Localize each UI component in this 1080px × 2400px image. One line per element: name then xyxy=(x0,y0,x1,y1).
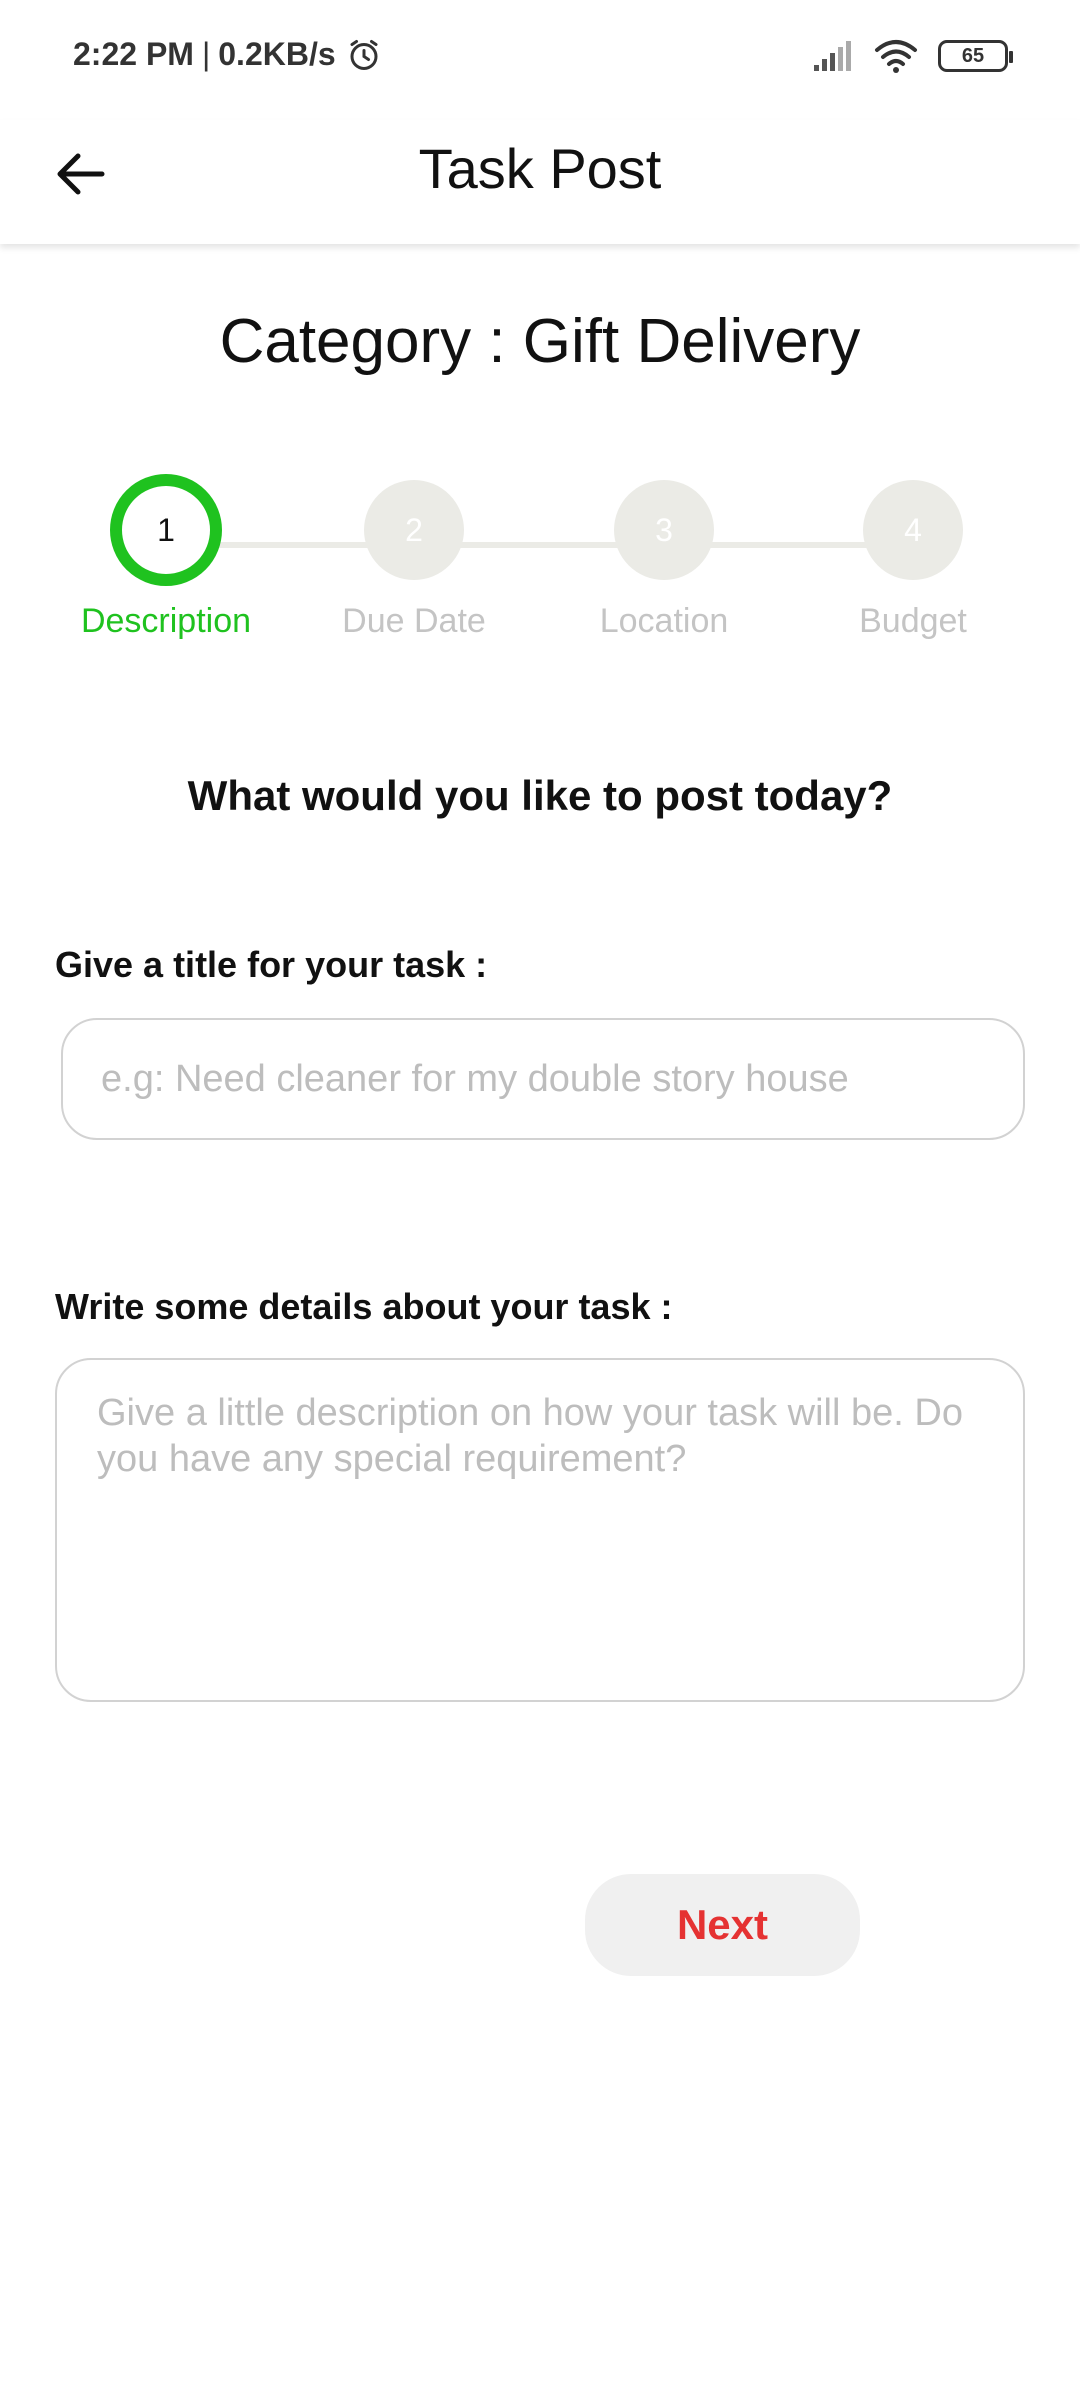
step-location[interactable]: 3 Location xyxy=(534,480,794,641)
title-label: Give a title for your task : xyxy=(55,944,488,985)
step-label: Description xyxy=(80,602,252,640)
step-description[interactable]: 1 Description xyxy=(36,474,296,641)
status-bar: 2:22 PM | 0.2KB/s 65 xyxy=(0,0,1080,120)
alarm-icon xyxy=(350,39,378,70)
step-budget[interactable]: 4 Budget xyxy=(783,480,1043,641)
status-time: 2:22 PM xyxy=(73,36,194,72)
next-button[interactable]: Next xyxy=(585,1874,860,1976)
battery-icon: 65 xyxy=(938,40,1013,72)
task-details-input[interactable] xyxy=(55,1358,1025,1702)
category-title: Category : Gift Delivery xyxy=(219,307,861,376)
wifi-icon xyxy=(875,40,917,73)
details-label: Write some details about your task : xyxy=(55,1286,673,1327)
network-speed: 0.2KB/s xyxy=(218,36,336,72)
signal-icon xyxy=(814,41,851,71)
step-number: 2 xyxy=(364,480,464,580)
step-number: 3 xyxy=(614,480,714,580)
progress-stepper: 1 Description 2 Due Date 3 Location 4 Bu… xyxy=(0,474,1080,680)
status-left: 2:22 PM | 0.2KB/s xyxy=(73,36,382,73)
step-label: Due Date xyxy=(342,602,486,640)
step-label: Budget xyxy=(859,602,967,640)
step-due-date[interactable]: 2 Due Date xyxy=(284,480,544,641)
step-label: Location xyxy=(599,602,729,640)
step-number: 1 xyxy=(110,474,222,586)
form-question: What would you like to post today? xyxy=(187,772,893,819)
app-bar: Task Post xyxy=(0,120,1080,244)
status-right: 65 xyxy=(812,38,1013,74)
step-number: 4 xyxy=(863,480,963,580)
status-separator: | xyxy=(201,36,211,72)
page-title: Task Post xyxy=(418,137,662,200)
task-title-input[interactable] xyxy=(61,1018,1025,1140)
battery-level: 65 xyxy=(961,44,985,67)
